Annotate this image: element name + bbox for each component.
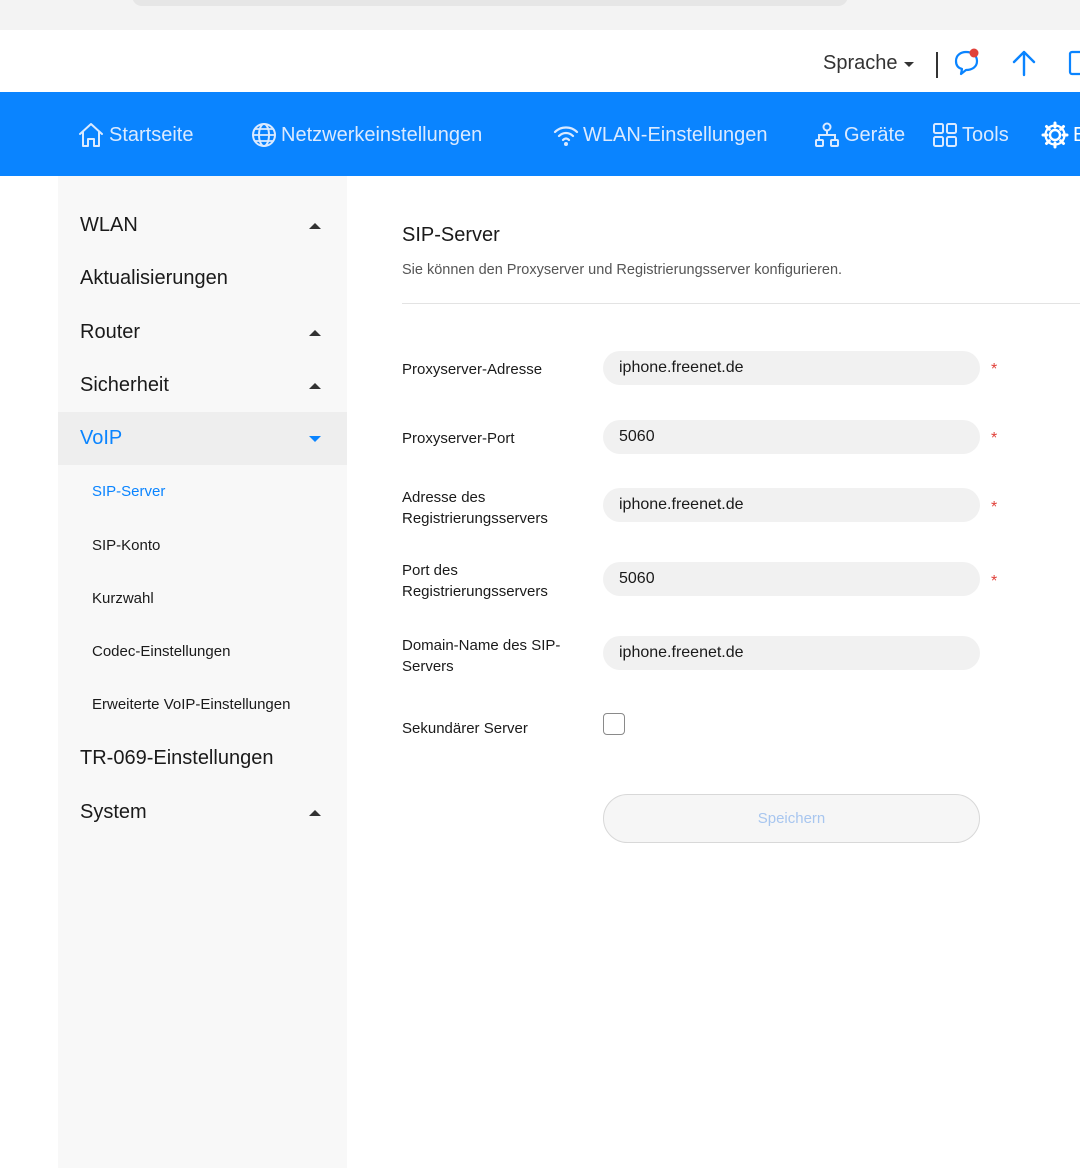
registrar-port-label: Port des Registrierungsservers (402, 562, 548, 600)
divider (402, 303, 1080, 304)
nav-netzwerkeinstellungen[interactable]: Netzwerkeinstellungen (251, 120, 482, 150)
sidebar-subitem-label: Kurzwahl (92, 590, 154, 607)
nav-label: Startseite (109, 123, 194, 146)
proxy-port-input[interactable] (603, 420, 980, 454)
nav-label: WLAN-Einstellungen (583, 123, 768, 146)
save-button[interactable]: Speichern (603, 794, 980, 843)
registrar-address-label: Adresse des Registrierungsservers (402, 489, 548, 527)
main-content: SIP-Server Sie können den Proxyserver un… (402, 176, 1080, 1168)
registrar-port-input[interactable] (603, 562, 980, 596)
nav-einstellungen[interactable]: E (1041, 120, 1080, 150)
sidebar-item-label: TR-069-Einstellungen (80, 747, 274, 769)
sidebar-subitem-label: SIP-Konto (92, 537, 161, 554)
sidebar-item-wlan[interactable]: WLAN (58, 199, 347, 252)
globe-icon (252, 123, 276, 147)
sidebar-subitem-label: Codec-Einstellungen (92, 643, 231, 660)
utility-separator (936, 52, 938, 78)
expand-arrow-icon (309, 222, 321, 229)
sip-domain-input[interactable] (603, 636, 980, 670)
expand-arrow-icon (309, 382, 321, 389)
wifi-icon (553, 126, 579, 146)
proxy-address-label: Proxyserver-Adresse (402, 361, 543, 378)
sidebar-item-label: System (80, 801, 147, 823)
nav-label: Tools (962, 123, 1009, 146)
page-description: Sie können den Proxyserver und Registrie… (402, 262, 843, 278)
required-marker: * (991, 499, 998, 516)
sidebar-item-label: Router (80, 321, 141, 343)
nav-wlan-einstellungen[interactable]: WLAN-Einstellungen (553, 120, 768, 150)
home-icon (79, 123, 103, 147)
logout-icon[interactable] (1066, 48, 1080, 78)
sidebar-item-label: WLAN (80, 214, 138, 236)
gear-icon (1041, 121, 1069, 149)
sidebar-item-voip[interactable]: VoIP (58, 412, 347, 465)
main-navigation: Startseite Netzwerkeinstellungen WLAN-Ei… (0, 92, 1080, 176)
message-notification-icon[interactable] (952, 48, 982, 78)
language-label: Sprache (823, 52, 898, 74)
expand-arrow-icon (309, 329, 321, 336)
sidebar-item-label: VoIP (80, 427, 123, 449)
proxy-address-input[interactable] (603, 351, 980, 385)
nav-geraete[interactable]: Geräte (814, 120, 905, 150)
registrar-address-input[interactable] (603, 488, 980, 522)
sidebar-subitem-sip-konto[interactable]: SIP-Konto (58, 519, 347, 572)
sidebar-subitem-erweiterte-voip[interactable]: Erweiterte VoIP-Einstellungen (58, 678, 347, 731)
sidebar-subitem-label: Erweiterte VoIP-Einstellungen (92, 696, 291, 713)
nav-label: Geräte (844, 123, 906, 146)
secondary-server-checkbox[interactable] (603, 713, 625, 735)
required-marker: * (991, 361, 998, 378)
page-title: SIP-Server (402, 224, 500, 246)
sidebar-subitem-label: SIP-Server (92, 483, 166, 500)
collapse-arrow-icon (309, 435, 321, 442)
required-marker: * (991, 430, 998, 447)
caret-down-icon (903, 62, 914, 67)
nav-startseite[interactable]: Startseite (77, 120, 193, 150)
secondary-server-label: Sekundärer Server (402, 720, 528, 737)
sidebar-item-system[interactable]: System (58, 786, 347, 839)
browser-address-bar[interactable] (132, 0, 848, 6)
sip-domain-label: Domain-Name des SIP-Servers (402, 637, 561, 675)
language-selector[interactable]: Sprache (823, 52, 914, 75)
sidebar-subitem-sip-server[interactable]: SIP-Server (58, 465, 347, 518)
required-marker: * (991, 573, 998, 590)
sidebar-item-aktualisierungen[interactable]: Aktualisierungen (58, 252, 347, 305)
utility-bar: Sprache (0, 30, 1080, 92)
sidebar-subitem-kurzwahl[interactable]: Kurzwahl (58, 572, 347, 625)
nav-tools[interactable]: Tools (932, 120, 1009, 150)
sidebar-item-sicherheit[interactable]: Sicherheit (58, 359, 347, 412)
sidebar-item-label: Sicherheit (80, 374, 169, 396)
sidebar: WLAN Aktualisierungen Router Sicherheit … (58, 176, 347, 1168)
sidebar-subitem-codec-einstellungen[interactable]: Codec-Einstellungen (58, 625, 347, 678)
tools-grid-icon (933, 123, 957, 147)
nav-label: E (1073, 123, 1080, 146)
expand-arrow-icon (309, 809, 321, 816)
upload-arrow-icon[interactable] (1009, 48, 1039, 78)
devices-icon (815, 122, 839, 147)
sidebar-item-label: Aktualisierungen (80, 267, 228, 289)
sidebar-item-router[interactable]: Router (58, 306, 347, 359)
browser-url-strip (0, 0, 1080, 30)
nav-label: Netzwerkeinstellungen (281, 123, 483, 146)
sidebar-item-tr069[interactable]: TR-069-Einstellungen (58, 732, 347, 785)
proxy-port-label: Proxyserver-Port (402, 430, 515, 447)
